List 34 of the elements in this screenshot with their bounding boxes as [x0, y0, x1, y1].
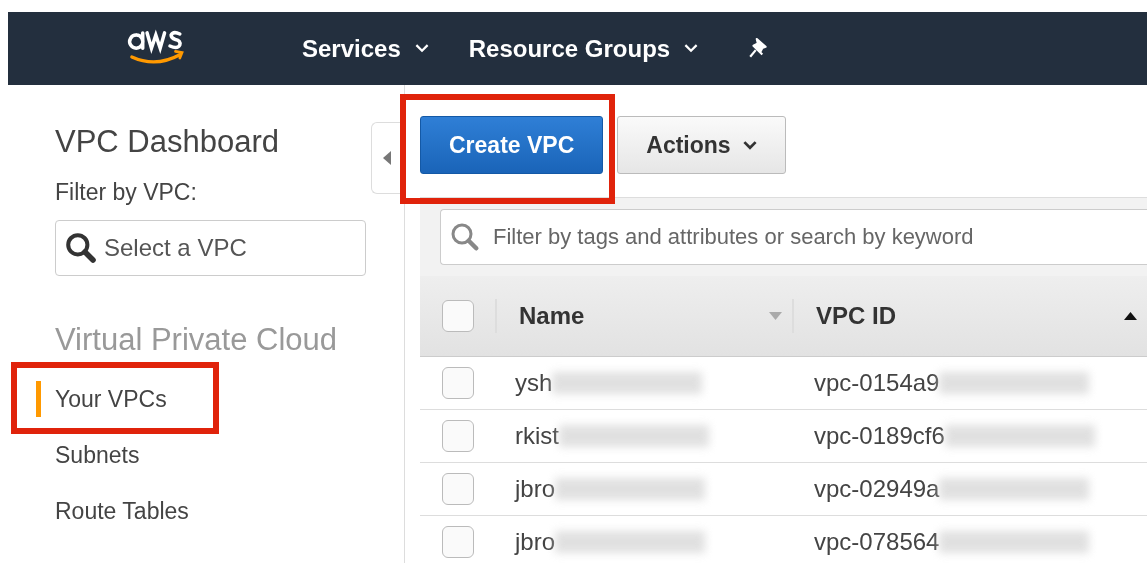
- sort-descending-icon[interactable]: [769, 312, 782, 320]
- select-all-checkbox[interactable]: [441, 300, 474, 332]
- row-checkbox[interactable]: [441, 473, 474, 505]
- row-checkbox[interactable]: [441, 420, 474, 452]
- sidebar-item[interactable]: Route Tables: [55, 496, 189, 526]
- chevron-down-icon: [684, 44, 699, 53]
- chevron-down-icon: [414, 44, 429, 53]
- actions-dropdown[interactable]: Actions: [617, 116, 786, 174]
- column-header[interactable]: VPC ID: [816, 302, 896, 330]
- caret-left-icon: [382, 148, 392, 168]
- search-field[interactable]: Filter by tags and attributes or search by keyword: [440, 209, 1147, 265]
- sidebar-item[interactable]: Subnets: [55, 440, 140, 470]
- sidebar-item[interactable]: Your VPCs: [55, 384, 167, 414]
- nav-menu[interactable]: Resource Groups: [468, 34, 699, 63]
- table-cell: ysh: [515, 369, 553, 397]
- vpc-filter-field[interactable]: Select a VPC: [55, 220, 366, 276]
- table-cell: jbro: [515, 475, 556, 503]
- create-button[interactable]: Create VPC: [420, 116, 604, 174]
- table-cell: vpc-02949a: [814, 475, 940, 503]
- search-icon: [65, 232, 97, 264]
- table-cell: rkist: [515, 422, 559, 450]
- column-header[interactable]: Name: [519, 302, 585, 330]
- table-cell: vpc-078564: [814, 528, 940, 556]
- filter-label: Filter by VPC:: [55, 179, 198, 206]
- table-cell: jbro: [515, 528, 556, 556]
- sidebar-title: VPC Dashboard: [55, 123, 280, 161]
- row-checkbox[interactable]: [441, 367, 474, 399]
- table-cell: vpc-0189cf6: [814, 422, 945, 450]
- nav-menu[interactable]: Services: [302, 34, 429, 63]
- caret-down-icon: [742, 140, 757, 150]
- table-cell: vpc-0154a9: [814, 369, 940, 397]
- section-heading: Virtual Private Cloud: [55, 322, 338, 358]
- sort-ascending-icon[interactable]: [1124, 312, 1137, 320]
- row-checkbox[interactable]: [441, 526, 474, 558]
